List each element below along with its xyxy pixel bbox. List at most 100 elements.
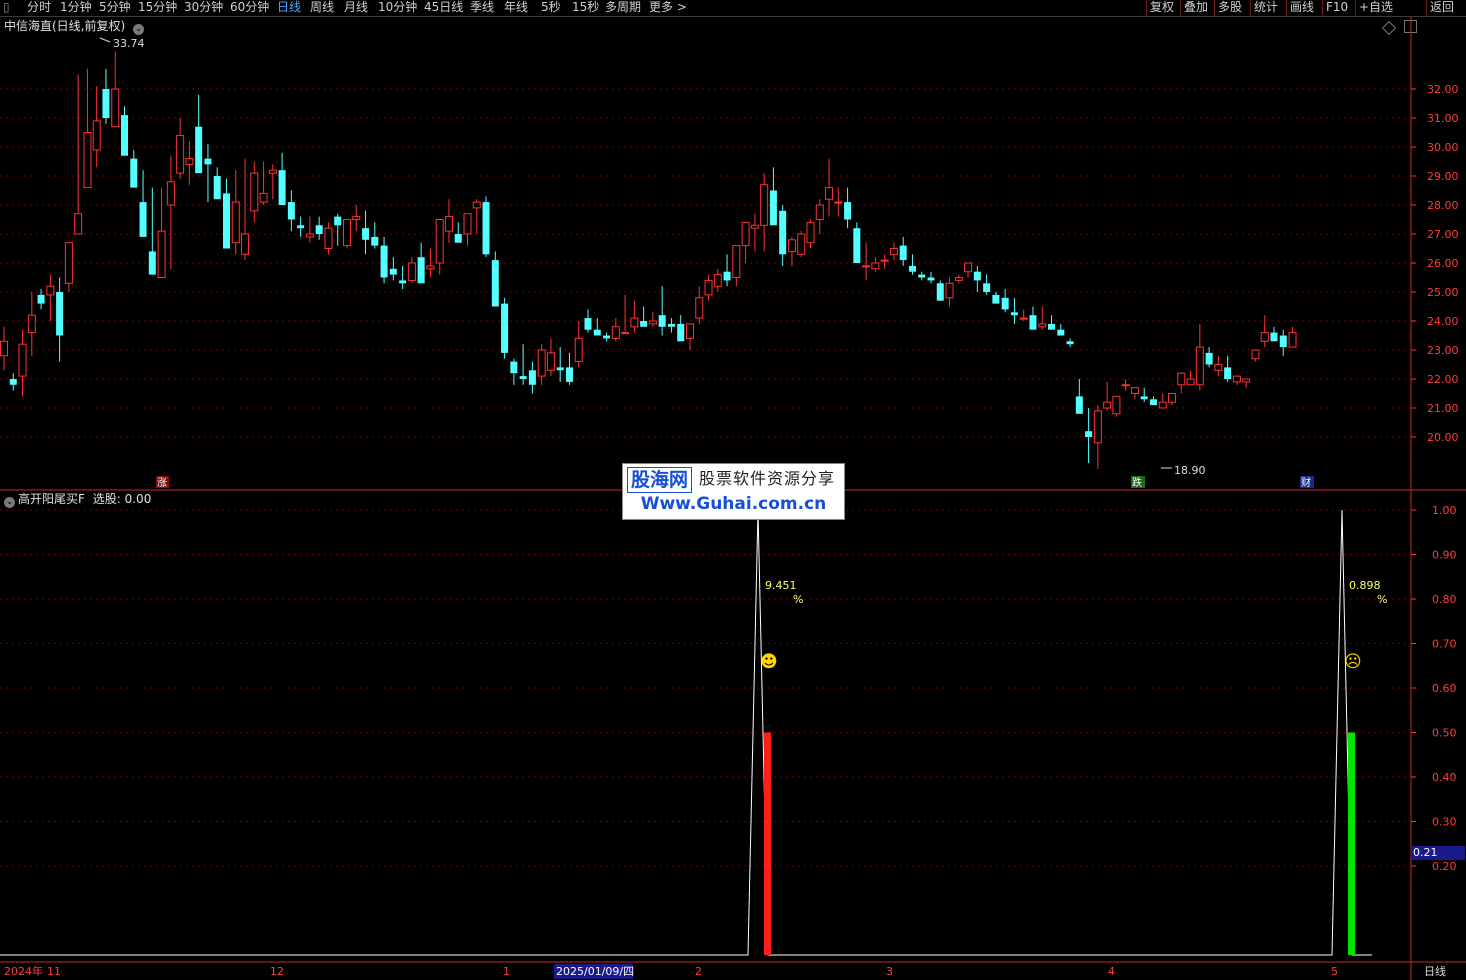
candle-body	[1242, 378, 1251, 383]
candle-body	[992, 294, 1000, 304]
candle-body	[1140, 396, 1148, 400]
candle-body	[1057, 329, 1065, 336]
y-tick-label: 28.00	[1427, 199, 1459, 212]
candle-body	[148, 251, 156, 275]
signal-1-annotation: 9.451 % ☻	[760, 579, 803, 672]
high-arrow-line	[99, 37, 111, 43]
candle-body	[677, 323, 685, 342]
candle-body	[417, 257, 425, 284]
candle-body	[27, 314, 36, 334]
y-tick-label: 31.00	[1427, 112, 1459, 125]
candle-body	[1232, 375, 1241, 383]
candle-body	[1149, 399, 1157, 406]
candle-body	[574, 337, 583, 363]
event-marker-finance-label: 财	[1301, 476, 1311, 489]
candle-body	[371, 236, 379, 246]
y-tick-label: 32.00	[1427, 83, 1459, 96]
candle-body	[603, 335, 611, 339]
candle-body	[1288, 332, 1297, 348]
candle-body	[399, 280, 407, 284]
time-label-2024: 2024年	[4, 964, 43, 978]
smile-face-icon: ☻	[760, 652, 778, 672]
y-tick-label: 24.00	[1427, 315, 1459, 328]
indicator-grid	[0, 509, 1411, 867]
y-tick-label: 23.00	[1427, 344, 1459, 357]
candle-body	[482, 202, 490, 255]
candle-body	[426, 265, 435, 270]
candle-body	[787, 239, 796, 252]
candle-body	[732, 245, 741, 279]
candle-body	[1279, 335, 1287, 348]
candle-body	[176, 134, 185, 174]
candle-body	[908, 265, 916, 272]
candle-body	[1048, 323, 1056, 330]
current-value-box: 0.21	[1411, 846, 1465, 860]
candle-body	[1112, 395, 1121, 415]
candle-body	[741, 221, 750, 247]
indicator-tick-label: 1.00	[1432, 504, 1457, 517]
candle-body	[74, 213, 83, 235]
candle-body	[945, 282, 954, 299]
low-annotation: 18.90	[1161, 464, 1206, 477]
candle-body	[1158, 401, 1167, 409]
candle-body	[454, 234, 462, 243]
candle-body	[648, 320, 657, 325]
candle-body	[927, 277, 935, 281]
candle-body	[18, 343, 27, 377]
candle-body	[565, 367, 573, 382]
high-annotation: 33.74	[99, 37, 145, 50]
candle-body	[519, 376, 527, 379]
y-tick-label: 21.00	[1427, 402, 1459, 415]
candle-body	[1270, 332, 1278, 342]
candle-body	[1205, 352, 1213, 365]
candle-body	[380, 245, 388, 278]
event-marker-fall-label: 跌	[1132, 476, 1142, 489]
signal-2-pct: 0.898	[1349, 579, 1381, 592]
candle-body	[584, 318, 592, 330]
period-label[interactable]: 日线	[1424, 964, 1446, 978]
time-label-feb: 2	[695, 965, 702, 978]
time-label-jan: 1	[503, 965, 510, 978]
high-label: 33.74	[113, 37, 145, 50]
candle-body	[1085, 431, 1093, 437]
candle-body	[268, 169, 277, 174]
event-marker-finance[interactable]: 财	[1300, 476, 1314, 489]
candle-body	[1251, 349, 1260, 360]
candle-body	[139, 202, 147, 237]
candle-body	[204, 158, 212, 165]
candle-body	[130, 158, 138, 188]
event-marker-rise[interactable]: 涨	[156, 476, 169, 489]
candle-body	[611, 326, 620, 339]
candle-body	[1177, 372, 1186, 386]
candle-body	[510, 361, 518, 374]
y-tick-label: 27.00	[1427, 228, 1459, 241]
watermark-top: 股海网 股票软件资源分享	[627, 467, 840, 493]
candle-body	[352, 216, 361, 221]
candle-body	[407, 262, 416, 281]
candle-body	[695, 297, 704, 319]
candle-body	[315, 225, 323, 234]
event-marker-fall[interactable]: 跌	[1131, 476, 1145, 489]
candle-body	[195, 126, 203, 174]
candle-body	[121, 115, 129, 156]
candle-body	[834, 201, 843, 204]
frown-face-icon: ☹	[1344, 652, 1362, 672]
candle-body	[501, 303, 509, 353]
candle-body	[862, 265, 871, 268]
candle-body	[111, 88, 120, 128]
candle-body	[797, 233, 806, 255]
candle-body	[92, 120, 101, 151]
candle-body	[102, 89, 110, 118]
candle-body	[334, 216, 342, 226]
candle-body	[621, 332, 630, 335]
candle-body	[342, 219, 351, 247]
candle-body	[918, 274, 926, 278]
indicator-tick-label: 0.60	[1432, 682, 1457, 695]
candle-body	[463, 213, 472, 235]
candle-body	[806, 221, 815, 244]
candle-body	[704, 279, 713, 296]
candle-body	[46, 285, 55, 296]
y-tick-label: 25.00	[1427, 286, 1459, 299]
candle-body	[64, 242, 73, 284]
candle-body	[880, 259, 889, 262]
